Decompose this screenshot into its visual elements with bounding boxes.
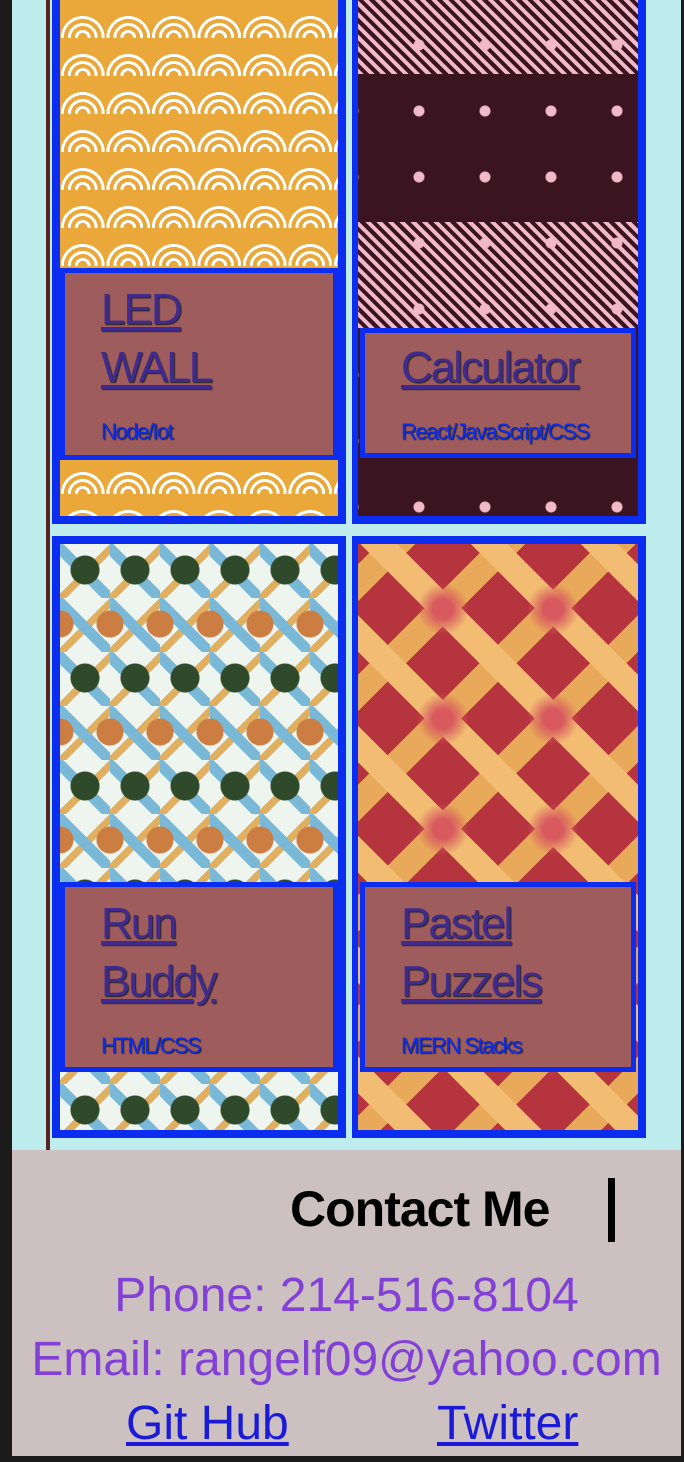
project-card-led-wall[interactable]: LED WALL Node/Iot — [52, 0, 346, 524]
project-card-pastel-puzzels[interactable]: Pastel Puzzels MERN Stacks — [352, 536, 646, 1138]
project-info-panel: Calculator React/JavaScript/CSS — [360, 328, 636, 458]
bottom-edge — [0, 1456, 684, 1462]
project-info-panel: Run Buddy HTML/CSS — [60, 882, 338, 1072]
contact-footer: Contact Me Phone: 214-516-8104 Email: ra… — [12, 1150, 681, 1456]
project-title-link[interactable]: Calculator — [401, 339, 581, 397]
project-tech-label: Node/Iot — [101, 419, 174, 444]
project-tech-label: React/JavaScript/CSS — [401, 419, 590, 444]
section-divider — [46, 0, 50, 1150]
heading-divider — [608, 1178, 615, 1242]
project-title-link[interactable]: LED WALL — [101, 281, 213, 397]
project-info-panel: Pastel Puzzels MERN Stacks — [360, 882, 636, 1072]
contact-heading: Contact Me — [290, 1181, 550, 1237]
github-link[interactable]: Git Hub — [126, 1396, 289, 1451]
project-card-calculator[interactable]: Calculator React/JavaScript/CSS — [352, 0, 646, 524]
project-card-run-buddy[interactable]: Run Buddy HTML/CSS — [52, 536, 346, 1138]
project-title-link[interactable]: Pastel Puzzels — [401, 895, 543, 1011]
twitter-link[interactable]: Twitter — [437, 1396, 578, 1451]
phone-text: Phone: 214-516-8104 — [114, 1269, 579, 1322]
project-info-panel: LED WALL Node/Iot — [60, 268, 338, 460]
project-tech-label: HTML/CSS — [101, 1033, 202, 1058]
email-text: Email: rangelf09@yahoo.com — [31, 1333, 662, 1386]
project-tech-label: MERN Stacks — [401, 1033, 523, 1058]
project-title-link[interactable]: Run Buddy — [101, 895, 218, 1011]
